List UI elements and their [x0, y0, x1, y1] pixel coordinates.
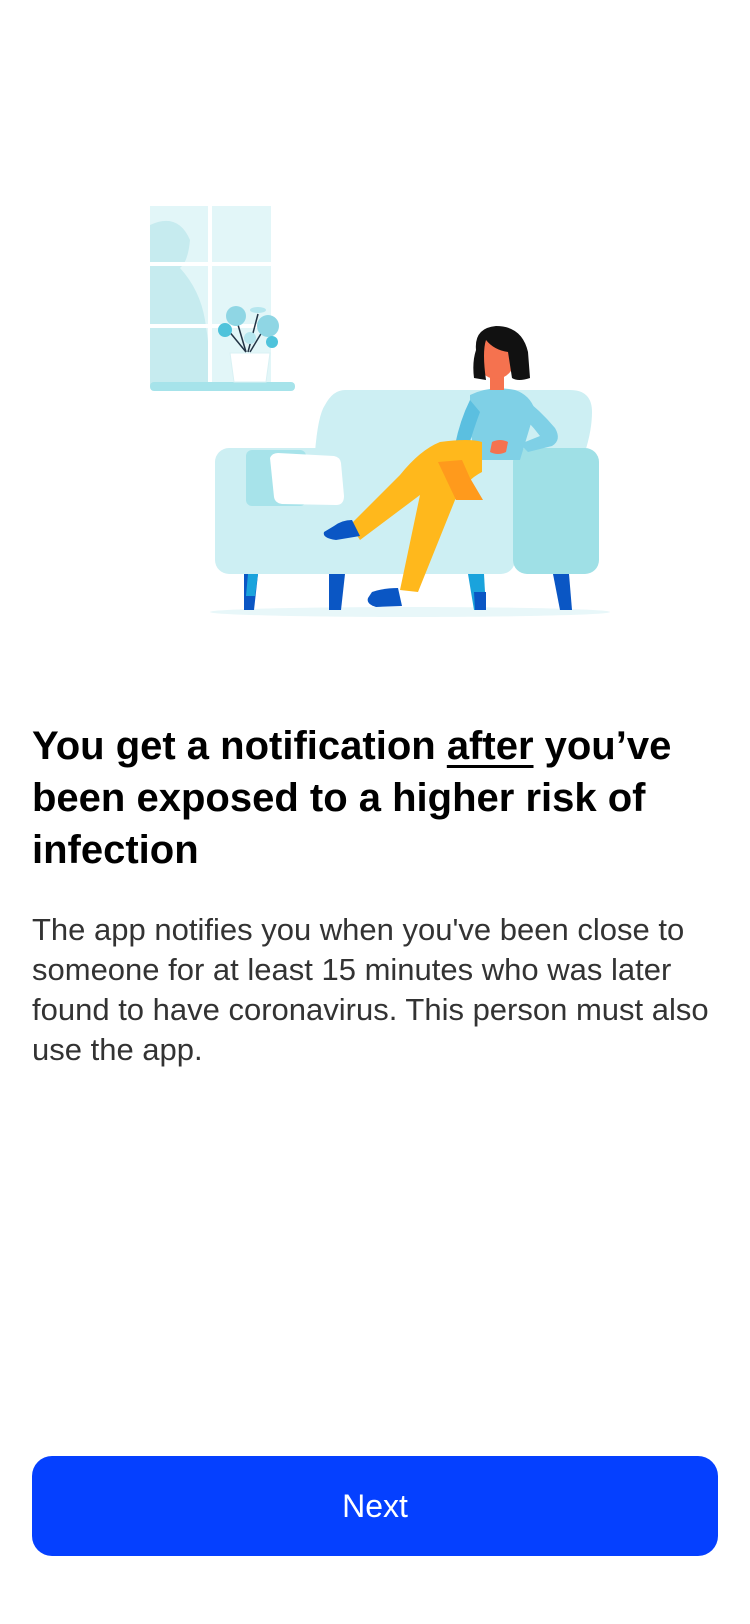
- title-emphasis: after: [446, 724, 534, 768]
- illustration-svg: [150, 206, 610, 617]
- page-title: You get a notification after you’ve been…: [32, 720, 722, 876]
- woman-on-sofa-illustration: [0, 0, 750, 640]
- title-text-start: You get a notification: [32, 724, 447, 768]
- window: [150, 206, 295, 391]
- description-text: The app notifies you when you've been cl…: [32, 912, 709, 1067]
- next-button[interactable]: Next: [32, 1456, 718, 1556]
- floor-shadow: [210, 607, 610, 617]
